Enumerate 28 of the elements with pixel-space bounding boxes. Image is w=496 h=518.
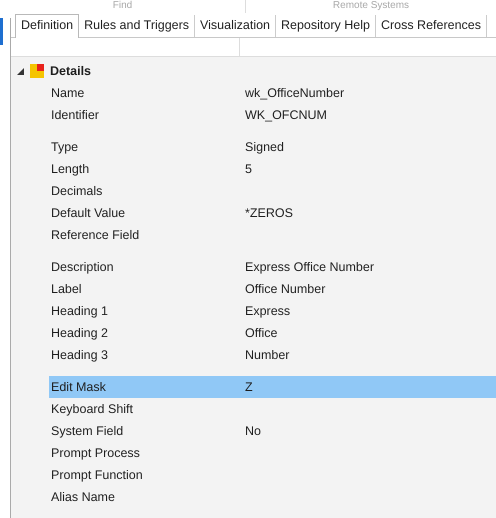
section-heading: Remote Systems (332, 0, 410, 13)
property-row[interactable]: Heading 3 Number (49, 344, 496, 366)
section-title: Details (50, 62, 91, 80)
property-row[interactable]: Heading 2 Office (49, 322, 496, 344)
expand-caret-icon[interactable] (17, 68, 24, 74)
property-row[interactable]: Identifier WK_OFCNUM (49, 104, 496, 126)
property-row[interactable]: Name wk_OfficeNumber (49, 82, 496, 104)
property-row[interactable]: Prompt Function (49, 464, 496, 486)
section-heading: Find (0, 0, 246, 13)
tab[interactable]: Visualization (195, 14, 276, 37)
property-row[interactable]: Reference Field (49, 224, 496, 246)
property-row[interactable]: Description Express Office Number (49, 256, 496, 278)
tab[interactable]: Cross References (376, 14, 487, 37)
tab[interactable]: Rules and Triggers (79, 14, 196, 37)
property-row[interactable]: Decimals (49, 180, 496, 202)
property-row[interactable]: Label Office Number (49, 278, 496, 300)
property-row[interactable]: Default Value *ZEROS (49, 202, 496, 224)
tab[interactable]: Definition (15, 14, 80, 38)
property-row[interactable]: System Field No (49, 420, 496, 442)
property-row[interactable]: Prompt Process (49, 442, 496, 464)
property-row[interactable]: Heading 1 Express (49, 300, 496, 322)
property-row[interactable]: Keyboard Shift (49, 398, 496, 420)
property-row[interactable]: Alias Name (49, 486, 496, 508)
squares-icon (30, 64, 44, 78)
property-row[interactable]: Edit Mask Z (49, 376, 496, 398)
property-row[interactable]: Type Signed (49, 136, 496, 158)
tab[interactable]: Repository Help (276, 14, 376, 37)
property-row[interactable]: Length 5 (49, 158, 496, 180)
